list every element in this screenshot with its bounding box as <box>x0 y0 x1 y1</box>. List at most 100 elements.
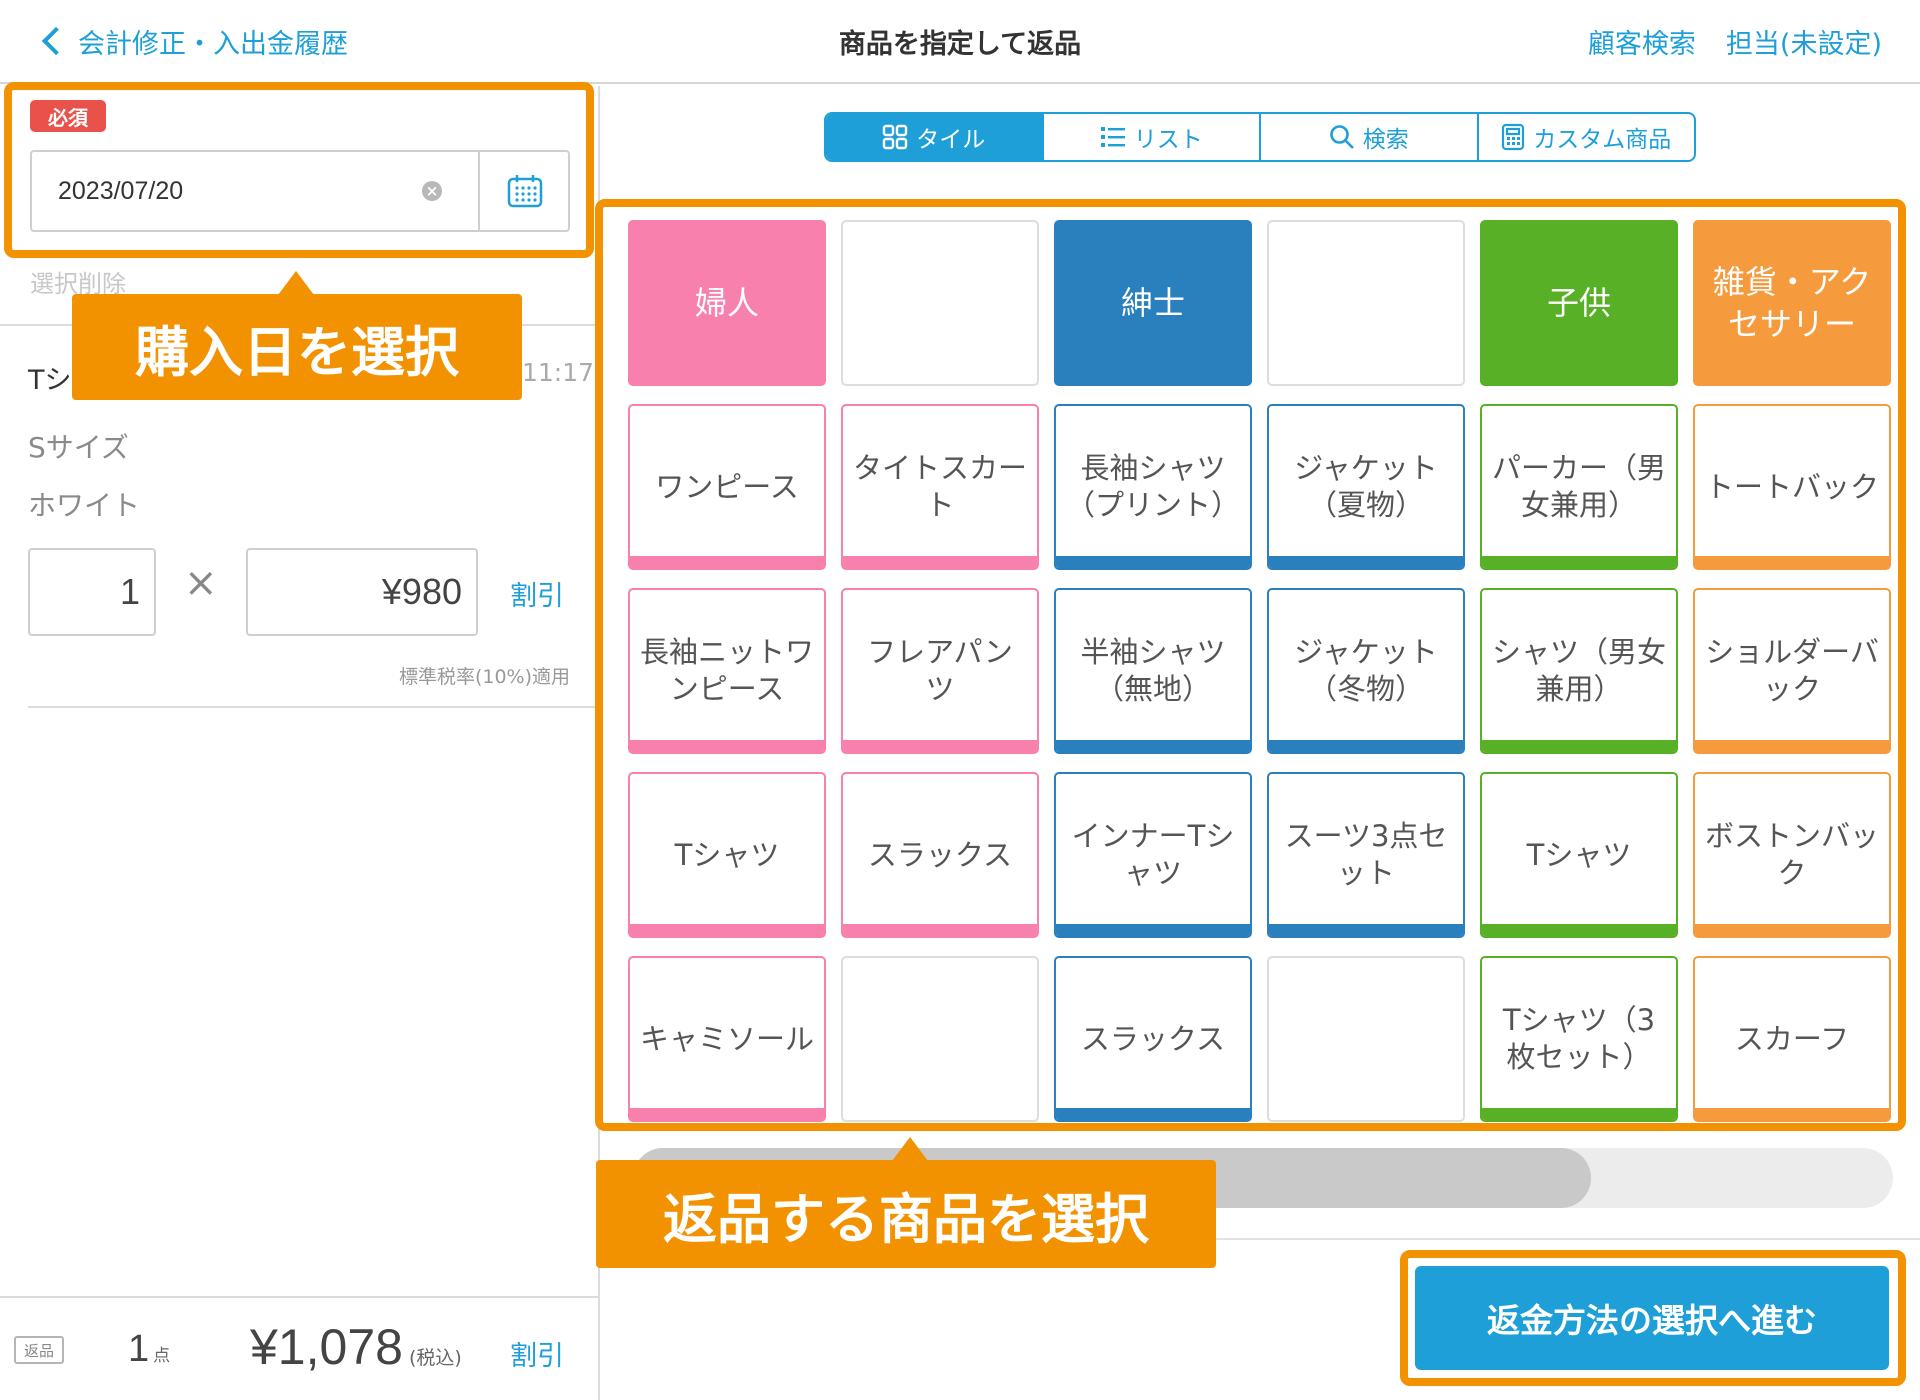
tile-label: キャミソール <box>640 1021 815 1056</box>
header-actions: 顧客検索 担当(未設定) <box>1588 22 1882 61</box>
tile-label: ショルダーバック <box>1705 635 1879 706</box>
product-tile[interactable]: 長袖ニットワンピース <box>628 588 826 754</box>
tile-category-bar <box>1482 556 1676 568</box>
tile-label: トートバック <box>1705 469 1880 504</box>
cart-item-size: Sサイズ <box>28 431 129 464</box>
tile-category-bar <box>630 556 824 568</box>
tile-label: 雑貨・アクセサリー <box>1712 263 1872 343</box>
category-tile[interactable]: 雑貨・アクセサリー <box>1693 220 1891 386</box>
tile-category-bar <box>1269 924 1463 936</box>
tile-label: ボストンバック <box>1705 819 1880 890</box>
item-count-unit: 点 <box>153 1346 171 1366</box>
back-button[interactable]: 会計修正・入出金履歴 <box>40 18 348 64</box>
product-tile[interactable]: パーカー（男女兼用） <box>1480 404 1678 570</box>
multiply-sign: × <box>184 560 218 606</box>
tile-label: 婦人 <box>694 284 759 322</box>
return-cart-pane: 必須 × 選択削除 Tシャツ 11:17 Sサイズ ホワイト × 割引 標準税率… <box>0 86 598 1400</box>
cart-summary: 返品 1点 ¥1,078 (税込) 割引 <box>0 1296 598 1400</box>
tile-category-bar <box>1695 1108 1889 1120</box>
category-tile[interactable]: 婦人 <box>628 220 826 386</box>
tile-label: パーカー（男女兼用） <box>1492 451 1667 522</box>
item-discount-link[interactable]: 割引 <box>510 574 564 613</box>
product-tile[interactable]: シャツ（男女兼用） <box>1480 588 1678 754</box>
cart-item-time: 11:17 <box>522 358 595 387</box>
tile-label: タイトスカート <box>853 451 1028 522</box>
calendar-icon <box>507 175 543 208</box>
product-tile[interactable]: ジャケット（夏物） <box>1267 404 1465 570</box>
customer-search-link[interactable]: 顧客検索 <box>1588 22 1696 61</box>
product-tile[interactable]: ショルダーバック <box>1693 588 1891 754</box>
empty-tile <box>1267 220 1465 386</box>
product-tile[interactable]: ジャケット（冬物） <box>1267 588 1465 754</box>
tile-category-bar <box>843 740 1037 752</box>
tile-category-bar <box>843 924 1037 936</box>
product-tile[interactable]: 半袖シャツ（無地） <box>1054 588 1252 754</box>
tab-custom-product[interactable]: カスタム商品 <box>1479 114 1695 160</box>
tile-label: シャツ（男女兼用） <box>1492 635 1667 706</box>
product-tile[interactable]: スーツ3点セット <box>1267 772 1465 938</box>
proceed-to-refund-method-button[interactable]: 返金方法の選択へ進む <box>1415 1266 1889 1370</box>
product-tile[interactable]: トートバック <box>1693 404 1891 570</box>
calculator-icon <box>1502 123 1525 151</box>
total-value: ¥1,078 <box>250 1319 403 1375</box>
tile-category-bar <box>1695 556 1889 568</box>
tile-label: スーツ3点セット <box>1284 819 1448 890</box>
unit-price-input[interactable] <box>246 548 478 636</box>
item-count: 1点 <box>128 1328 170 1371</box>
staff-link[interactable]: 担当(未設定) <box>1726 22 1882 61</box>
clear-selection-link[interactable]: 選択削除 <box>30 264 126 299</box>
tile-label: スラックス <box>867 837 1013 872</box>
product-tile[interactable]: ワンピース <box>628 404 826 570</box>
grid-icon <box>883 124 908 150</box>
tab-list[interactable]: リスト <box>1044 114 1261 160</box>
tile-label: 子供 <box>1546 284 1611 322</box>
required-badge: 必須 <box>30 100 106 132</box>
tile-label: Tシャツ（3枚セット） <box>1502 1003 1656 1074</box>
tile-label: インナーTシャツ <box>1071 819 1235 890</box>
category-tile[interactable]: 紳士 <box>1054 220 1252 386</box>
tab-custom-product-label: カスタム商品 <box>1533 127 1672 153</box>
product-tile[interactable]: キャミソール <box>628 956 826 1122</box>
clear-icon[interactable]: × <box>422 181 442 201</box>
product-tile[interactable]: Tシャツ（3枚セット） <box>1480 956 1678 1122</box>
tile-category-bar <box>1269 740 1463 752</box>
return-badge: 返品 <box>14 1336 64 1364</box>
tab-search[interactable]: 検索 <box>1261 114 1479 160</box>
product-tile[interactable]: スラックス <box>841 772 1039 938</box>
view-mode-tabs: タイル リスト 検索 カスタム商品 <box>824 112 1696 162</box>
divider <box>0 324 598 326</box>
tile-category-bar <box>1482 1108 1676 1120</box>
product-tile[interactable]: Tシャツ <box>1480 772 1678 938</box>
tile-category-bar <box>1482 924 1676 936</box>
quantity-input[interactable] <box>28 548 156 636</box>
cart-item-color: ホワイト <box>28 489 141 522</box>
tile-label: 半袖シャツ（無地） <box>1080 635 1226 706</box>
tile-label: ジャケット（夏物） <box>1294 451 1438 522</box>
cart-item-name: Tシャツ <box>28 365 126 396</box>
purchase-date-input[interactable] <box>32 152 478 230</box>
product-tile[interactable]: スカーフ <box>1693 956 1891 1122</box>
product-tile[interactable]: 長袖シャツ（プリント） <box>1054 404 1252 570</box>
tile-label: ワンピース <box>655 469 799 504</box>
tab-tile[interactable]: タイル <box>826 114 1044 160</box>
category-tile[interactable]: 子供 <box>1480 220 1678 386</box>
product-tile[interactable]: フレアパンツ <box>841 588 1039 754</box>
tile-category-bar <box>1056 1108 1250 1120</box>
product-tile[interactable]: タイトスカート <box>841 404 1039 570</box>
empty-tile <box>1267 956 1465 1122</box>
calendar-button[interactable] <box>478 152 570 230</box>
pane-divider <box>598 86 600 1400</box>
total-discount-link[interactable]: 割引 <box>510 1334 564 1373</box>
tab-search-label: 検索 <box>1362 127 1409 153</box>
product-tile[interactable]: ボストンバック <box>1693 772 1891 938</box>
horizontal-scrollbar[interactable] <box>633 1148 1893 1208</box>
item-count-value: 1 <box>128 1328 150 1370</box>
product-tile[interactable]: スラックス <box>1054 956 1252 1122</box>
tile-category-bar <box>1056 740 1250 752</box>
tile-category-bar <box>1695 740 1889 752</box>
product-tile[interactable]: インナーTシャツ <box>1054 772 1252 938</box>
scrollbar-thumb[interactable] <box>633 1148 1591 1208</box>
product-tile[interactable]: Tシャツ <box>628 772 826 938</box>
tile-label: Tシャツ <box>674 837 780 872</box>
tile-category-bar <box>630 740 824 752</box>
